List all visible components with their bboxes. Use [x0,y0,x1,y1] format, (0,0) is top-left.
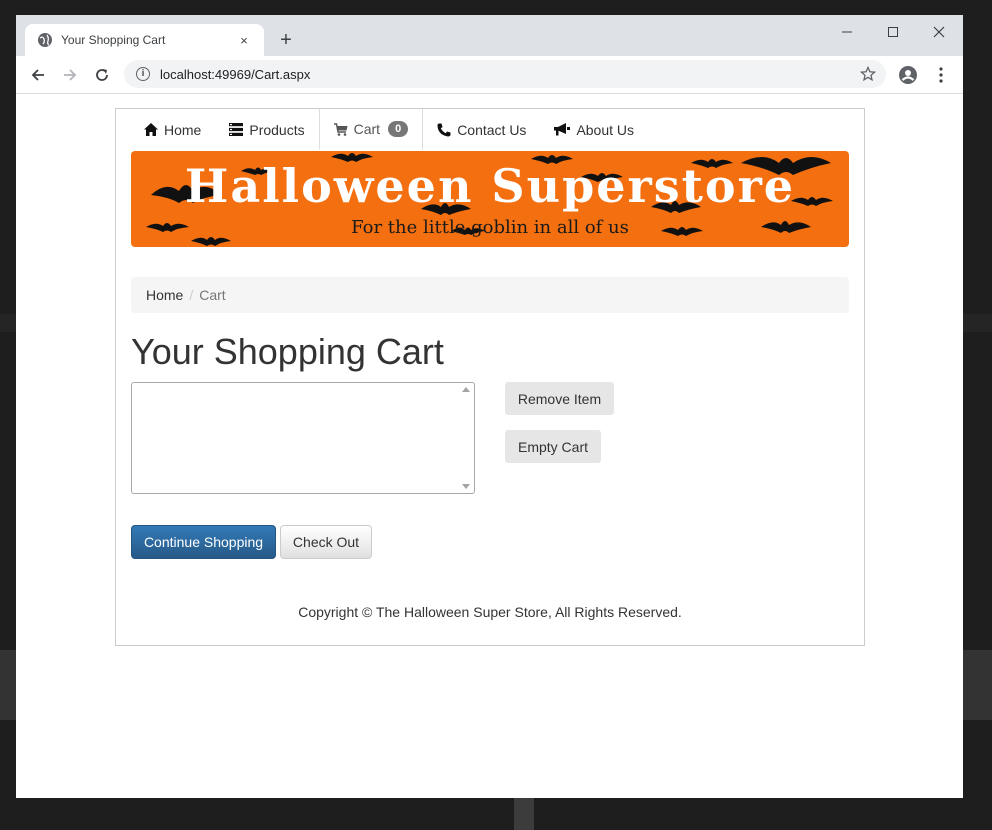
nav-contact[interactable]: Contact Us [423,109,540,150]
bookmark-star-icon[interactable] [856,66,880,82]
browser-tab[interactable]: Your Shopping Cart × [25,24,264,56]
scroll-up-icon[interactable] [462,387,470,392]
empty-cart-button[interactable]: Empty Cart [505,430,601,463]
ide-bottom-divider [514,798,534,830]
footer-copyright: Copyright © The Halloween Super Store, A… [298,604,682,620]
halloween-banner: Halloween Superstore For the little gobl… [131,151,849,247]
browser-toolbar: i localhost:49969/Cart.aspx [16,56,963,94]
breadcrumb-separator: / [189,287,194,303]
site-nav: Home Products Cart 0 Contact Us About Us [130,109,648,150]
nav-cart[interactable]: Cart 0 [318,109,424,150]
breadcrumb-home[interactable]: Home [146,287,183,303]
nav-cart-label: Cart [353,121,381,137]
back-button[interactable] [26,63,50,87]
close-window-button[interactable] [916,19,962,45]
ide-bottom-bar [0,798,992,830]
nav-about[interactable]: About Us [540,109,648,150]
check-out-button[interactable]: Check Out [280,525,372,559]
browser-window: Your Shopping Cart × + i localhost:49969… [16,15,963,798]
breadcrumb-current: Cart [199,287,226,303]
menu-kebab-icon[interactable] [929,63,953,87]
new-tab-button[interactable]: + [276,28,296,52]
banner-title: Halloween Superstore [184,159,796,213]
tab-strip: Your Shopping Cart × + [16,15,963,56]
remove-item-button[interactable]: Remove Item [505,382,614,415]
info-icon[interactable]: i [136,67,150,81]
nav-products-label: Products [249,121,305,138]
reload-button[interactable] [90,63,114,87]
scroll-down-icon[interactable] [462,484,470,489]
continue-shopping-button[interactable]: Continue Shopping [131,525,276,559]
page-container: Home Products Cart 0 Contact Us About Us… [115,108,865,646]
globe-icon [37,32,53,48]
tab-title: Your Shopping Cart [61,33,166,47]
page-title: Your Shopping Cart [131,331,444,372]
profile-icon[interactable] [896,63,920,87]
close-tab-icon[interactable]: × [236,33,252,48]
home-icon [144,123,158,136]
url-text: localhost:49969/Cart.aspx [160,66,311,82]
cart-count-badge: 0 [388,121,409,137]
ide-left-gutter [0,650,16,720]
nav-home-label: Home [164,121,202,138]
address-bar[interactable]: i localhost:49969/Cart.aspx [124,60,886,88]
bullhorn-icon [554,123,571,136]
nav-about-label: About Us [576,121,635,138]
cart-icon [333,122,348,136]
phone-icon [437,123,451,137]
cart-listbox[interactable] [131,382,475,494]
banner-subtitle: For the little goblin in all of us [351,217,629,238]
listbox-scrollbar[interactable] [458,383,474,493]
nav-contact-label: Contact Us [457,121,527,138]
minimize-button[interactable] [824,19,870,45]
breadcrumb: Home / Cart [131,277,849,313]
forward-button[interactable] [58,63,82,87]
ide-bottom-panel [963,650,992,720]
list-icon [229,123,244,136]
page-viewport: Home Products Cart 0 Contact Us About Us… [16,94,963,798]
nav-products[interactable]: Products [215,109,318,150]
maximize-button[interactable] [870,19,916,45]
nav-home[interactable]: Home [130,109,215,150]
